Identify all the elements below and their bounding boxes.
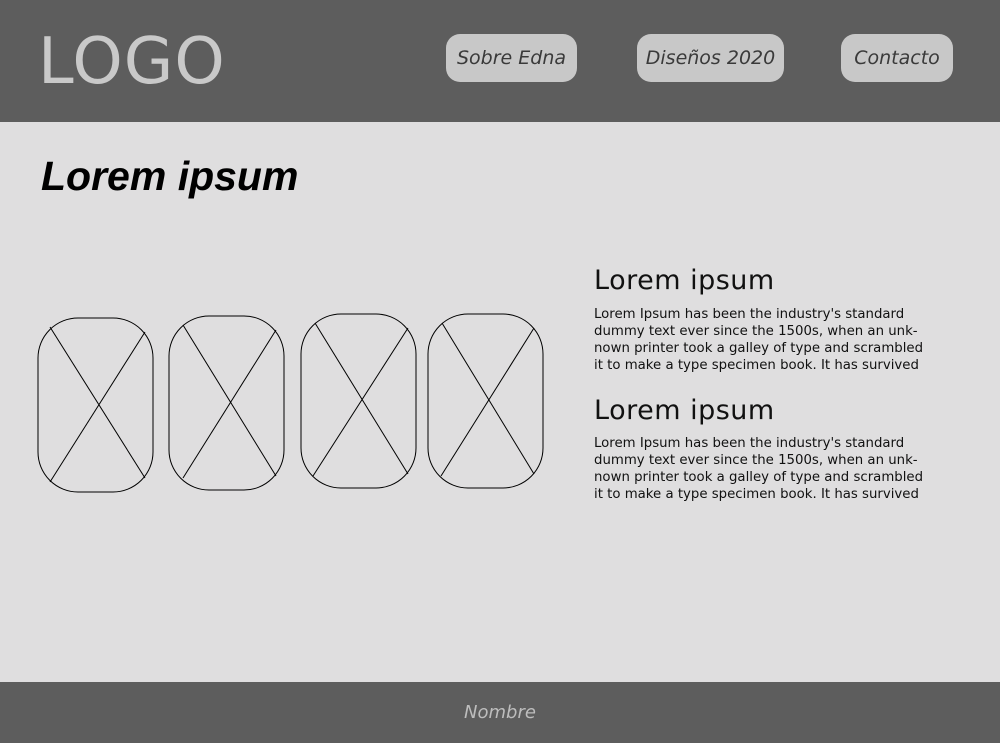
image-placeholder-icon[interactable] <box>427 313 544 489</box>
section-title: Lorem ipsum <box>594 265 775 296</box>
section-title: Lorem ipsum <box>594 395 775 426</box>
image-placeholder-icon[interactable] <box>37 317 154 493</box>
image-placeholder-icon[interactable] <box>300 313 417 489</box>
section-body: Lorem Ipsum has been the industry's stan… <box>594 307 924 373</box>
section-body: Lorem Ipsum has been the industry's stan… <box>594 436 924 502</box>
image-placeholder-icon[interactable] <box>168 315 285 491</box>
footer-name: Nombre <box>464 702 536 723</box>
site-footer: Nombre <box>0 682 1000 743</box>
